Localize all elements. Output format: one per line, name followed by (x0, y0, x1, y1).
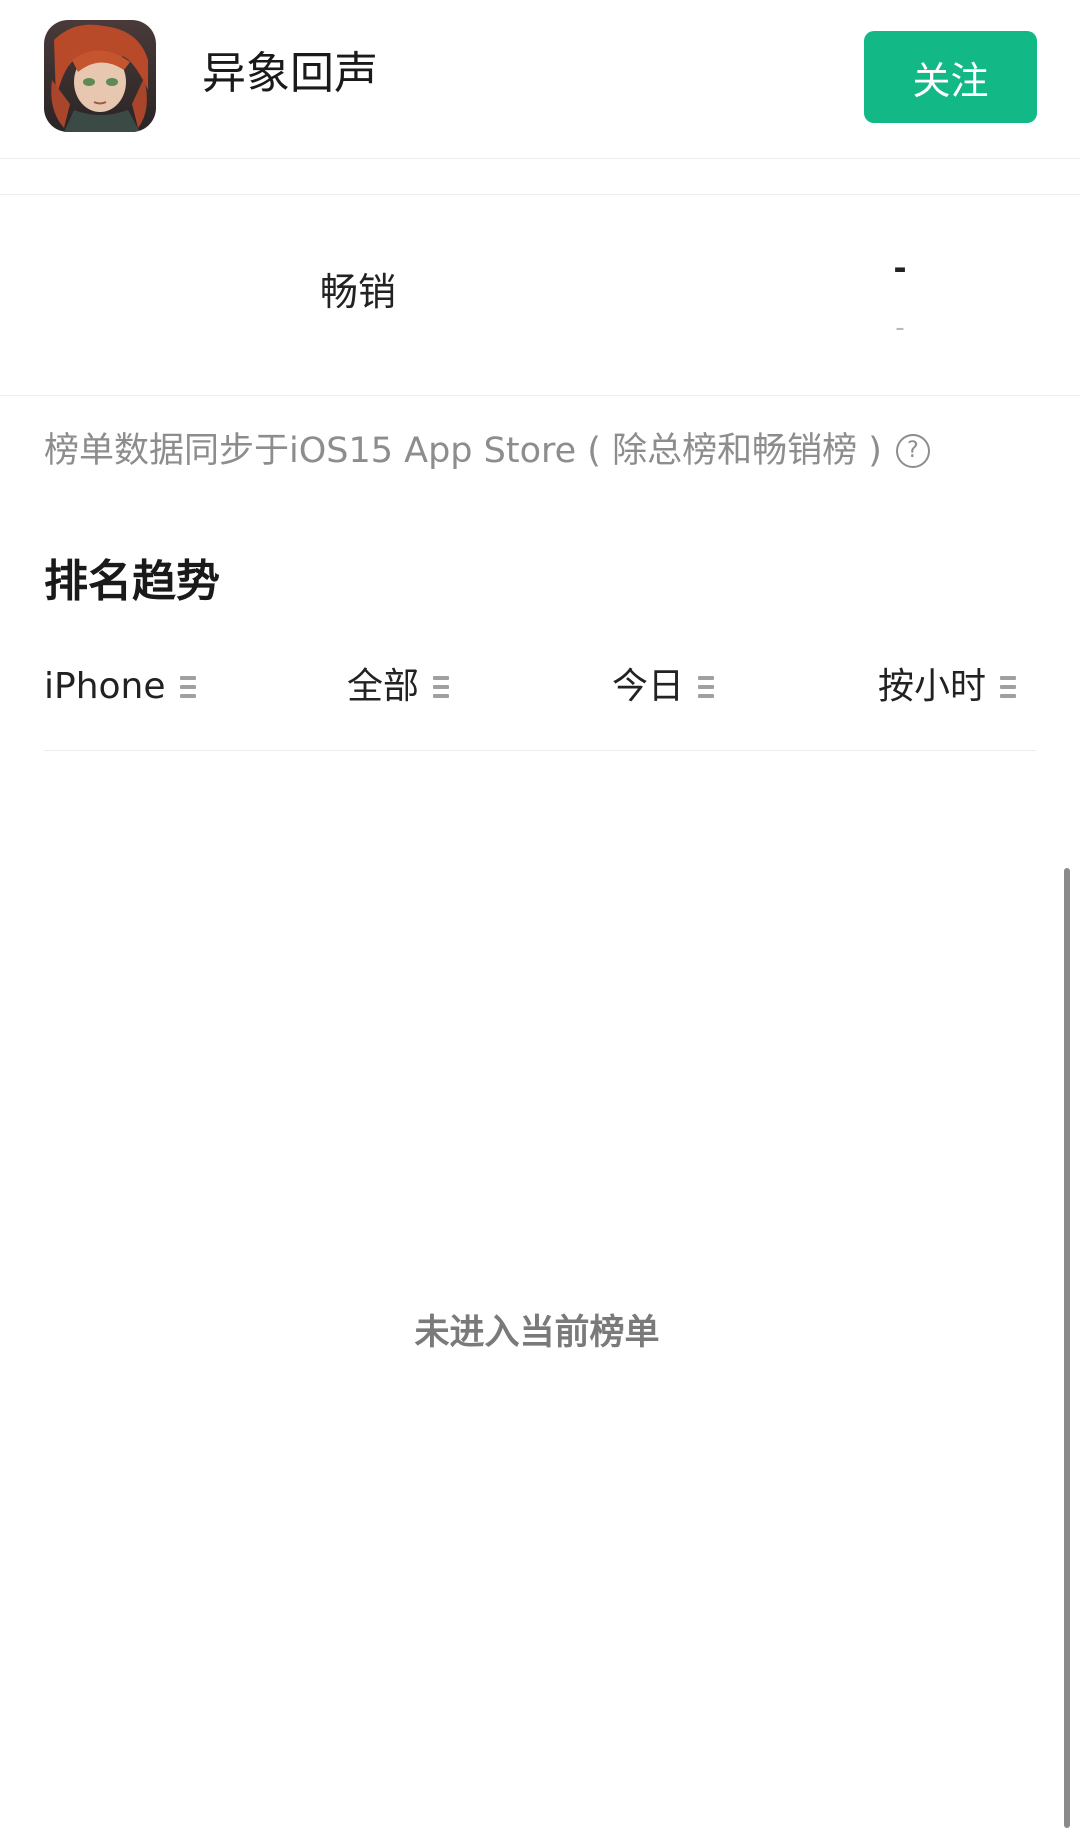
menu-icon (179, 676, 196, 698)
trend-filter-bar: iPhone 全部 今日 按小时 (44, 650, 1036, 751)
empty-state-message: 未进入当前榜单 (414, 1313, 660, 1353)
follow-button[interactable]: 关注 (864, 31, 1037, 123)
sync-note: 榜单数据同步于iOS15 App Store ( 除总榜和畅销榜 ) ? (44, 426, 930, 476)
section-title: 排名趋势 (44, 556, 220, 607)
app-icon[interactable] (44, 20, 156, 132)
app-name: 异象回声 (202, 48, 378, 99)
filter-category[interactable]: 全部 (347, 662, 450, 712)
filter-category-label: 全部 (347, 666, 420, 707)
menu-icon (698, 676, 715, 698)
question-circle-icon[interactable]: ? (895, 434, 930, 468)
rank-value: - (893, 249, 907, 287)
filter-granularity[interactable]: 按小时 (878, 662, 1017, 712)
menu-icon (433, 676, 450, 698)
app-icon-artwork (44, 20, 156, 132)
filter-device-label: iPhone (44, 666, 166, 707)
rank-label: 畅销 (320, 270, 397, 314)
menu-icon (1000, 676, 1017, 698)
app-header: 异象回声 关注 (0, 0, 1080, 159)
filter-date-label: 今日 (612, 666, 685, 707)
filter-date[interactable]: 今日 (612, 662, 715, 712)
rank-row-grossing: 畅销 - - (0, 195, 1080, 396)
sync-note-text: 榜单数据同步于iOS15 App Store ( 除总榜和畅销榜 ) (44, 431, 882, 471)
filter-granularity-label: 按小时 (878, 666, 987, 707)
filter-device[interactable]: iPhone (44, 662, 196, 712)
scrollbar[interactable] (1064, 868, 1070, 1828)
rank-change: - (895, 313, 905, 343)
